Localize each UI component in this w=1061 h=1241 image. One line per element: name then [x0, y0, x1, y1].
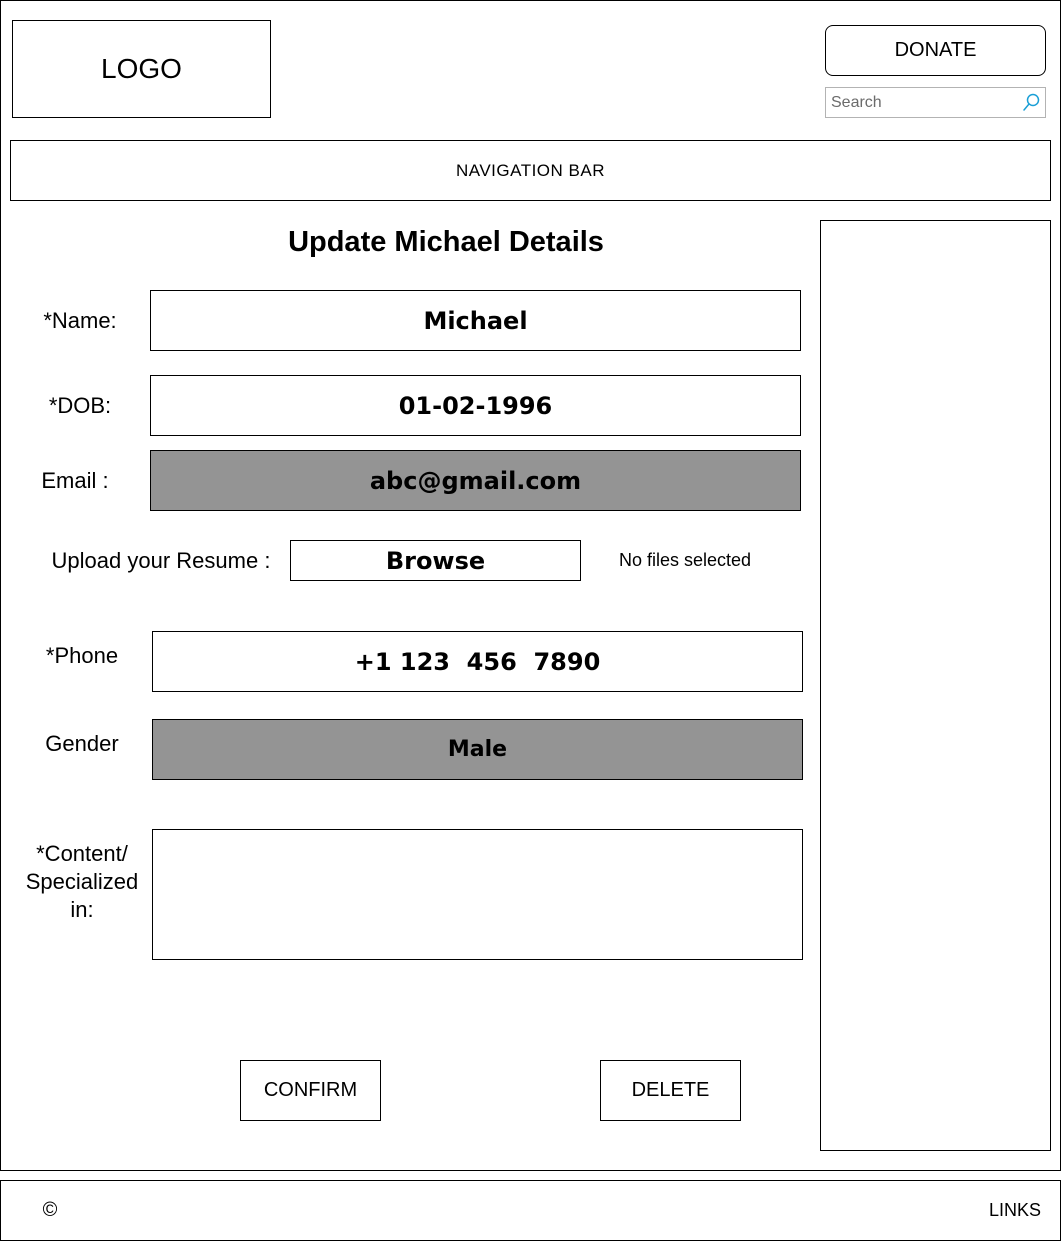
content-label-line: in: — [70, 897, 94, 922]
page-title: Update Michael Details — [288, 225, 604, 258]
confirm-button[interactable]: CONFIRM — [240, 1060, 381, 1121]
search-box — [825, 87, 1046, 118]
sidebar-panel — [820, 220, 1051, 1151]
gender-field: Male — [152, 719, 803, 780]
donate-button[interactable]: DONATE — [825, 25, 1046, 76]
footer-links[interactable]: LINKS — [975, 1195, 1055, 1225]
content-textarea[interactable] — [152, 829, 803, 960]
email-field: abc@gmail.com — [150, 450, 801, 511]
email-label: Email : — [41, 468, 109, 493]
delete-button[interactable]: DELETE — [600, 1060, 741, 1121]
logo[interactable]: LOGO — [12, 20, 271, 118]
resume-label: Upload your Resume : — [51, 548, 271, 573]
search-input[interactable] — [826, 88, 1021, 117]
copyright-symbol: © — [42, 1198, 58, 1221]
navigation-bar[interactable]: NAVIGATION BAR — [10, 140, 1051, 201]
name-field[interactable]: Michael — [150, 290, 801, 351]
content-label-line: *Content/ — [36, 841, 128, 866]
browse-button[interactable]: Browse — [290, 540, 581, 581]
phone-label: *Phone — [45, 643, 119, 668]
gender-label: Gender — [45, 731, 119, 756]
name-label: *Name: — [43, 308, 117, 333]
dob-field[interactable]: 01-02-1996 — [150, 375, 801, 436]
dob-label: *DOB: — [48, 393, 112, 418]
content-label-line: Specialized — [25, 869, 139, 894]
phone-field[interactable]: +1 123 456 7890 — [152, 631, 803, 692]
file-status-text: No files selected — [618, 549, 752, 570]
search-icon[interactable] — [1021, 92, 1041, 112]
footer — [0, 1180, 1061, 1241]
content-label: *Content/ Specialized in: — [15, 840, 149, 924]
